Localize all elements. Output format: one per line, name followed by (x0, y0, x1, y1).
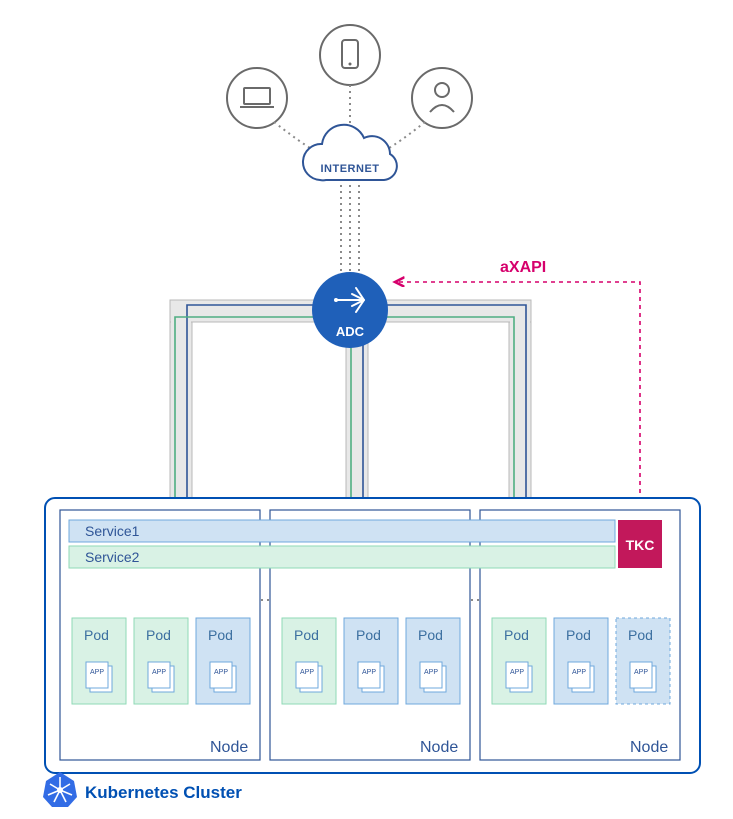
node-2-label: Node (420, 739, 458, 756)
node-1-pods: Pod APP Pod APP Pod APP (72, 618, 250, 704)
axapi-label: aXAPI (500, 259, 546, 276)
svg-text:Pod: Pod (294, 627, 319, 643)
svg-text:Pod: Pod (146, 627, 171, 643)
node-3-pods: Pod APP Pod APP Pod APP (492, 618, 670, 704)
svg-text:APP: APP (510, 669, 524, 676)
client-user (412, 68, 472, 128)
node-2-pods: Pod APP Pod APP Pod APP (282, 618, 460, 704)
svg-text:Pod: Pod (504, 627, 529, 643)
pod: Pod APP (134, 618, 188, 704)
pod: Pod APP (492, 618, 546, 704)
svg-text:Pod: Pod (566, 627, 591, 643)
pod: Pod APP (72, 618, 126, 704)
svg-text:APP: APP (424, 669, 438, 676)
client-phone (320, 25, 380, 85)
adc-node: ADC (312, 272, 388, 348)
kubernetes-icon (43, 772, 77, 807)
svg-text:TKC: TKC (626, 537, 655, 553)
pod: Pod APP (406, 618, 460, 704)
svg-text:APP: APP (572, 669, 586, 676)
svg-text:Pod: Pod (418, 627, 443, 643)
cluster-label: Kubernetes Cluster (85, 783, 242, 802)
internet-cloud: INTERNET (303, 125, 397, 181)
pod: Pod APP (282, 618, 336, 704)
svg-text:Pod: Pod (84, 627, 109, 643)
svg-text:Service1: Service1 (85, 523, 140, 539)
adc-label: ADC (336, 324, 365, 339)
pod: Pod APP (616, 618, 670, 704)
node-1-label: Node (210, 739, 248, 756)
client-laptop (227, 68, 287, 128)
svg-text:Pod: Pod (628, 627, 653, 643)
internet-label: INTERNET (321, 163, 380, 175)
svg-text:Pod: Pod (208, 627, 233, 643)
svg-text:APP: APP (152, 669, 166, 676)
svg-text:APP: APP (300, 669, 314, 676)
svg-text:Pod: Pod (356, 627, 381, 643)
pod: Pod APP (554, 618, 608, 704)
svg-text:APP: APP (214, 669, 228, 676)
svg-text:APP: APP (634, 669, 648, 676)
node-3-label: Node (630, 739, 668, 756)
svg-text:APP: APP (362, 669, 376, 676)
kubernetes-badge: Kubernetes Cluster (43, 772, 270, 807)
svg-text:APP: APP (90, 669, 104, 676)
pod: Pod APP (344, 618, 398, 704)
svg-text:Service2: Service2 (85, 549, 140, 565)
pod: Pod APP (196, 618, 250, 704)
